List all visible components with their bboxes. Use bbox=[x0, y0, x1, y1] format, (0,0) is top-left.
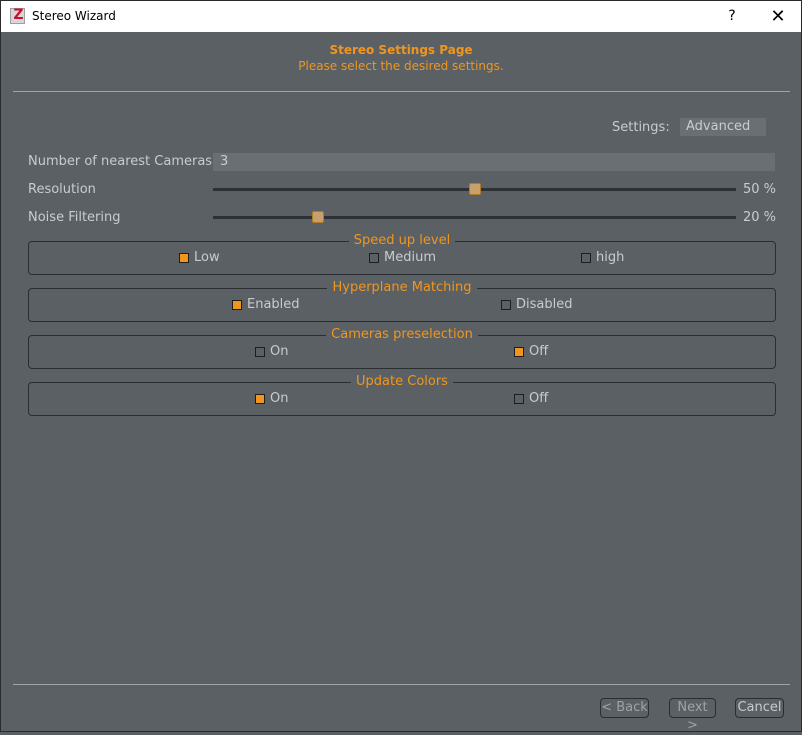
page-subtitle: Please select the desired settings. bbox=[298, 59, 504, 73]
speed-low-label: Low bbox=[194, 250, 220, 265]
hyperplane-matching-title: Hyperplane Matching bbox=[327, 280, 477, 295]
hyperplane-disabled-label: Disabled bbox=[516, 297, 573, 312]
noise-filtering-label: Noise Filtering bbox=[28, 210, 121, 225]
window-title: Stereo Wizard bbox=[32, 9, 116, 23]
footer-divider bbox=[13, 684, 790, 685]
preselection-off-label: Off bbox=[529, 344, 549, 359]
cancel-button[interactable]: Cancel bbox=[735, 698, 784, 718]
speed-low-checkbox[interactable] bbox=[179, 253, 189, 263]
close-button[interactable]: ✕ bbox=[755, 1, 801, 32]
header-divider bbox=[13, 91, 790, 92]
noise-filtering-slider-track[interactable] bbox=[213, 216, 736, 219]
speed-medium-checkbox[interactable] bbox=[369, 253, 379, 263]
cameras-preselection-title: Cameras preselection bbox=[326, 327, 478, 342]
next-button[interactable]: Next > bbox=[669, 698, 716, 733]
update-colors-title: Update Colors bbox=[351, 374, 453, 389]
resolution-value: 50 % bbox=[743, 182, 777, 197]
page-title: Stereo Settings Page bbox=[329, 43, 473, 57]
update-colors-off-checkbox[interactable] bbox=[514, 394, 524, 404]
speed-high-label: high bbox=[596, 250, 625, 265]
preselection-off-checkbox[interactable] bbox=[514, 347, 524, 357]
speed-up-level-group: Speed up level Low Medium high bbox=[28, 233, 776, 275]
nearest-cameras-input[interactable]: 3 bbox=[213, 153, 775, 171]
speed-medium-label: Medium bbox=[384, 250, 436, 265]
cameras-preselection-group: Cameras preselection On Off bbox=[28, 327, 776, 369]
settings-dropdown[interactable]: Advanced bbox=[680, 118, 766, 136]
speed-up-level-title: Speed up level bbox=[348, 233, 456, 248]
hyperplane-disabled-checkbox[interactable] bbox=[501, 300, 511, 310]
back-button[interactable]: < Back bbox=[600, 698, 649, 718]
preselection-on-label: On bbox=[270, 344, 289, 359]
hyperplane-enabled-label: Enabled bbox=[247, 297, 300, 312]
nearest-cameras-label: Number of nearest Cameras bbox=[28, 154, 213, 169]
preselection-on-checkbox[interactable] bbox=[255, 347, 265, 357]
settings-label: Settings: bbox=[612, 120, 670, 135]
app-logo-icon: Z bbox=[10, 7, 25, 24]
speed-high-checkbox[interactable] bbox=[581, 253, 591, 263]
help-button[interactable]: ? bbox=[709, 1, 755, 32]
update-colors-on-checkbox[interactable] bbox=[255, 394, 265, 404]
hyperplane-enabled-checkbox[interactable] bbox=[232, 300, 242, 310]
resolution-label: Resolution bbox=[28, 182, 96, 197]
stereo-wizard-window: Z Stereo Wizard ? ✕ Stereo Settings Page… bbox=[0, 0, 802, 733]
app-logo-letter: Z bbox=[13, 7, 24, 23]
title-bar: Z Stereo Wizard ? ✕ bbox=[1, 1, 801, 32]
noise-filtering-slider-handle[interactable] bbox=[311, 211, 324, 223]
update-colors-on-label: On bbox=[270, 391, 289, 406]
hyperplane-matching-group: Hyperplane Matching Enabled Disabled bbox=[28, 280, 776, 322]
noise-filtering-value: 20 % bbox=[743, 210, 777, 225]
resolution-slider-handle[interactable] bbox=[468, 183, 481, 195]
update-colors-group: Update Colors On Off bbox=[28, 374, 776, 416]
update-colors-off-label: Off bbox=[529, 391, 549, 406]
